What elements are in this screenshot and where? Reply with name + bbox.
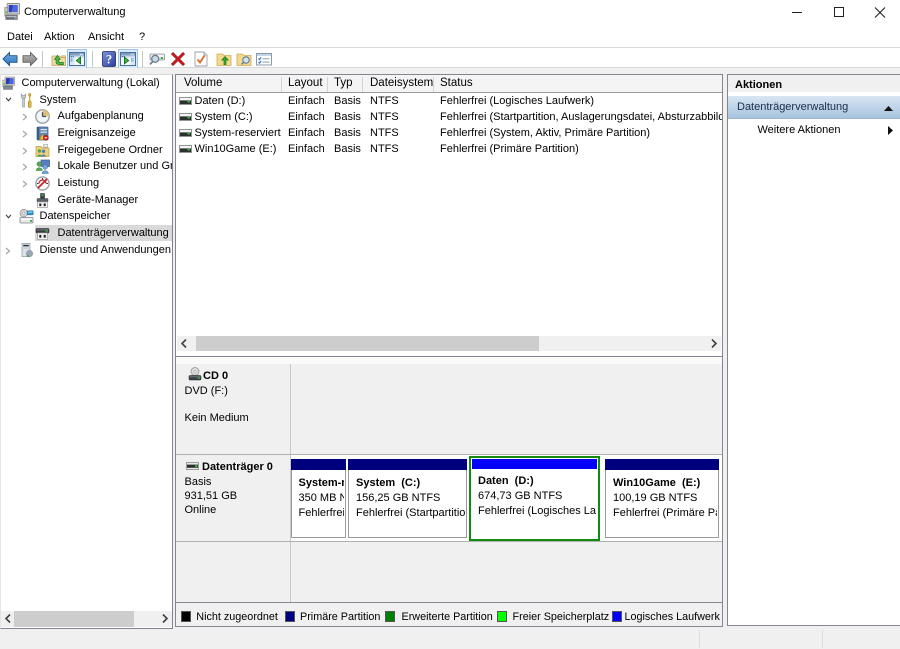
svg-text:?: ? [106,53,112,67]
